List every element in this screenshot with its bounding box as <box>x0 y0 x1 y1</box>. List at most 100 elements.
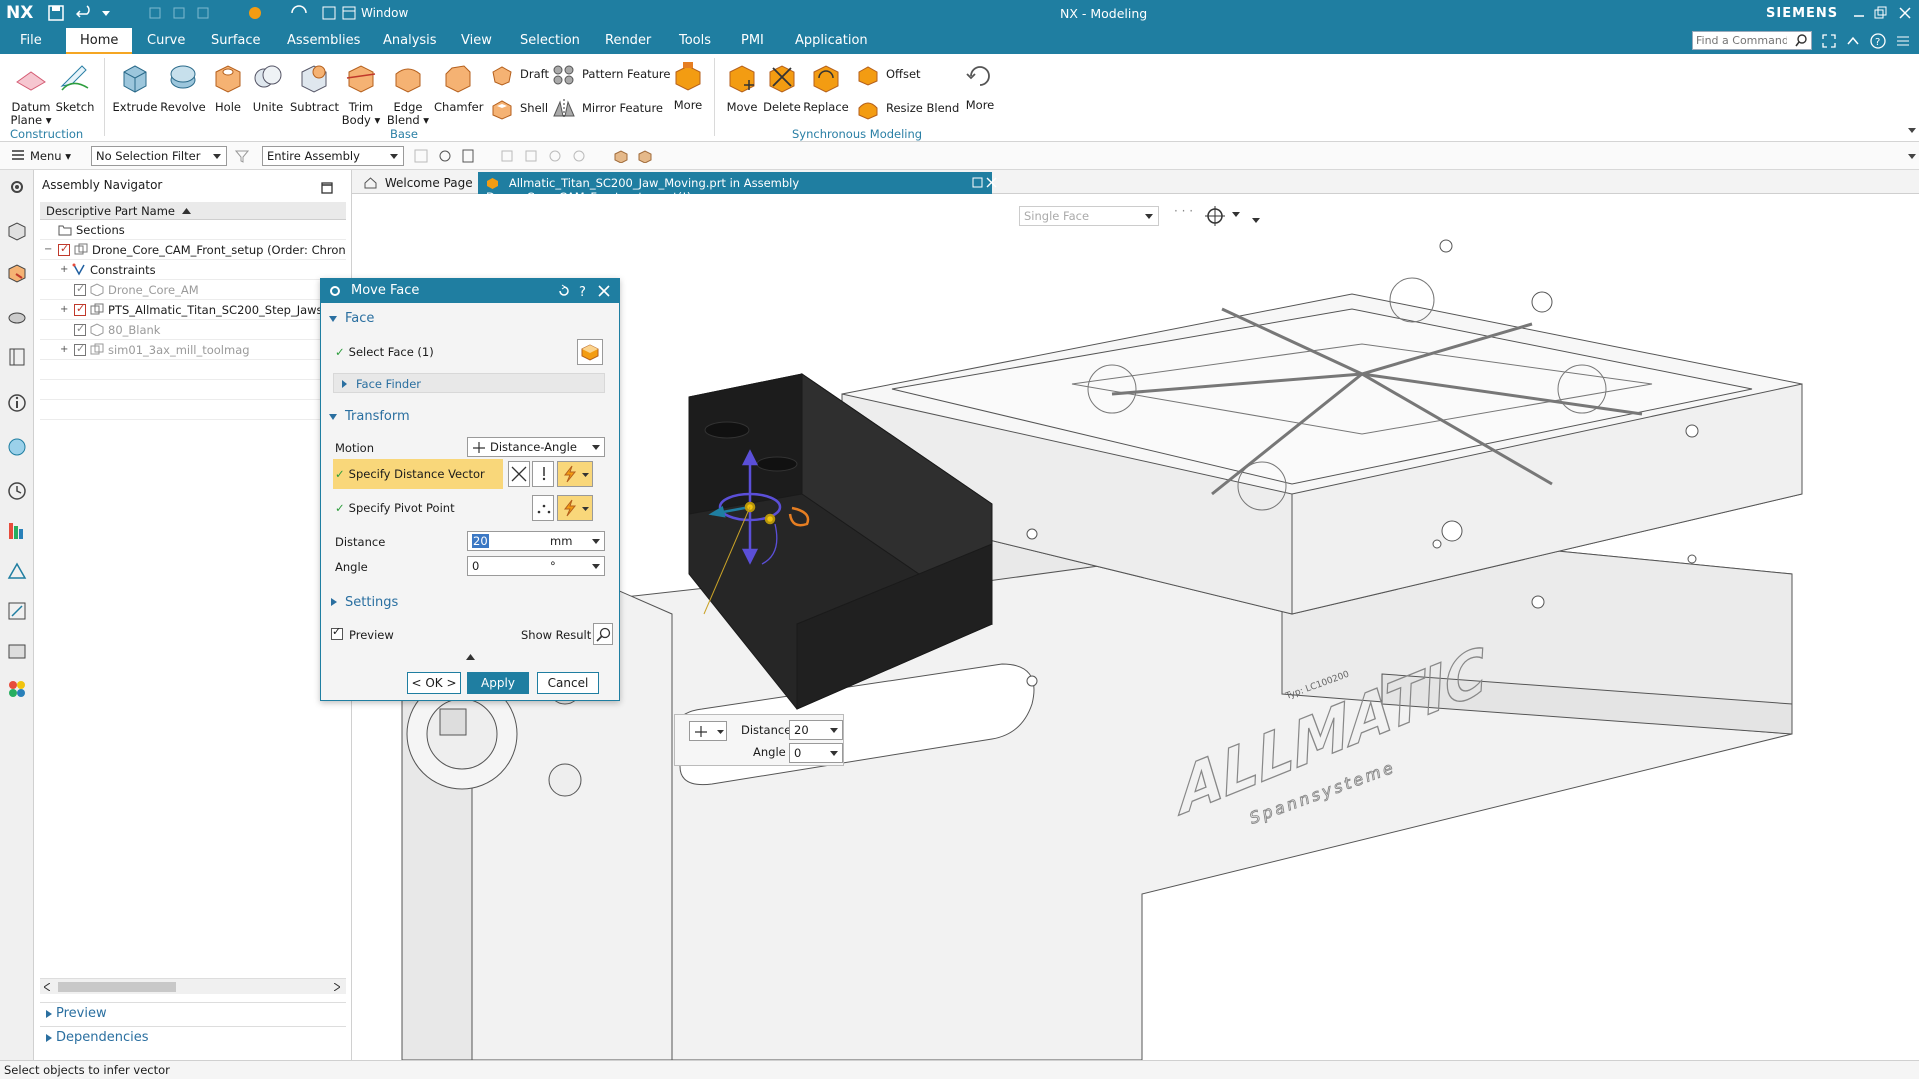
scroll-right-icon[interactable] <box>334 983 340 991</box>
visibility-checkbox[interactable] <box>74 282 86 296</box>
dialog-close-icon[interactable] <box>597 284 611 298</box>
visibility-checkbox[interactable] <box>74 342 86 356</box>
scrollbar-thumb[interactable] <box>58 982 176 992</box>
tab-welcome-page[interactable]: Welcome Page <box>356 172 481 194</box>
assembly-navigator-icon[interactable] <box>6 262 28 284</box>
reuse-library-icon[interactable] <box>6 346 28 368</box>
reset-filter-icon[interactable] <box>235 149 249 163</box>
reset-icon[interactable] <box>557 284 571 298</box>
save-icon[interactable] <box>48 5 64 21</box>
select-feature-icon[interactable] <box>414 149 428 163</box>
minimize-icon[interactable] <box>1853 6 1865 20</box>
section-transform-header[interactable]: Transform <box>329 409 410 424</box>
collapse-dialog-icon[interactable] <box>466 654 475 660</box>
menu-selection[interactable]: Selection <box>520 33 580 48</box>
block-icon[interactable] <box>614 149 628 163</box>
chamfer-button[interactable]: Chamfer <box>434 60 483 114</box>
move-face-button[interactable]: Move <box>722 60 762 114</box>
hole-button[interactable]: Hole <box>208 60 248 114</box>
extrude-button[interactable]: Extrude <box>112 60 158 114</box>
window-icon[interactable] <box>322 6 336 20</box>
ribbon-options-icon[interactable] <box>1908 128 1916 133</box>
customize-icon[interactable] <box>1896 34 1910 48</box>
mirror-feature-button[interactable]: Mirror Feature <box>552 96 663 120</box>
inferred-vector-button[interactable] <box>557 461 593 487</box>
tree-row-step-jaws[interactable]: + PTS_Allmatic_Titan_SC200_Step_Jaws_7 <box>40 300 346 320</box>
menu-surface[interactable]: Surface <box>211 33 261 48</box>
cancel-button[interactable]: Cancel <box>537 672 599 694</box>
expand-icon[interactable]: + <box>60 264 68 275</box>
tree-row-root-assembly[interactable]: − Drone_Core_CAM_Front_setup (Order: Chr… <box>40 240 346 260</box>
snap-center-icon[interactable] <box>548 149 562 163</box>
close-tab-icon[interactable] <box>986 177 997 188</box>
reverse-vector-button[interactable] <box>532 461 554 487</box>
menu-home[interactable]: Home <box>66 28 133 54</box>
expand-icon[interactable]: + <box>60 344 68 355</box>
palette-icon[interactable] <box>6 678 28 700</box>
edge-blend-button[interactable]: Edge Blend ▾ <box>384 60 432 127</box>
face-selector-button[interactable] <box>577 339 603 365</box>
more-base-button[interactable]: More <box>668 58 708 112</box>
revolve-button[interactable]: Revolve <box>160 60 206 114</box>
snap-quadrant-icon[interactable] <box>572 149 586 163</box>
reverse-direction-button[interactable] <box>508 461 530 487</box>
more-sync-button[interactable]: More <box>960 58 1000 112</box>
part-navigator-icon[interactable] <box>6 220 28 242</box>
close-icon[interactable] <box>1898 6 1912 20</box>
tree-row-constraints[interactable]: + Constraints <box>40 260 346 280</box>
tree-row-toolmag[interactable]: + sim01_3ax_mill_toolmag <box>40 340 346 360</box>
angle-input[interactable]: 0 ° <box>467 556 605 576</box>
draft-button[interactable]: Draft <box>490 62 549 86</box>
fullscreen-icon[interactable] <box>1822 34 1836 48</box>
unite-button[interactable]: Unite <box>248 60 288 114</box>
window-layout-icon[interactable] <box>342 6 356 20</box>
preview-panel-toggle[interactable]: Preview <box>40 1002 346 1024</box>
settings-icon[interactable] <box>6 176 28 198</box>
tab-active-part[interactable]: Allmatic_Titan_SC200_Jaw_Moving.prt in A… <box>478 172 992 204</box>
undock-tab-icon[interactable] <box>972 177 983 188</box>
select-list-icon[interactable] <box>462 149 480 163</box>
menu-render[interactable]: Render <box>605 33 651 48</box>
collapse-icon[interactable]: − <box>44 244 52 255</box>
menu-pmi[interactable]: PMI <box>741 33 764 48</box>
sort-up-icon[interactable] <box>182 208 191 214</box>
visibility-checkbox[interactable] <box>58 242 70 256</box>
distance-input[interactable]: 20 mm <box>467 531 605 551</box>
dependencies-panel-toggle[interactable]: Dependencies <box>40 1026 346 1048</box>
expand-icon[interactable]: + <box>60 304 68 315</box>
horizontal-scrollbar[interactable] <box>40 978 346 994</box>
hud-angle-input[interactable]: 0 <box>789 743 843 763</box>
dialog-help-icon[interactable]: ? <box>577 283 589 299</box>
specify-pivot-point-row[interactable]: ✓ Specify Pivot Point <box>335 501 455 515</box>
search-icon[interactable] <box>1795 34 1808 47</box>
visualization-icon[interactable] <box>6 520 28 542</box>
menu-analysis[interactable]: Analysis <box>383 33 437 48</box>
snap-end-icon[interactable] <box>500 149 514 163</box>
roles-icon[interactable] <box>6 640 28 662</box>
point-dialog-button[interactable] <box>532 495 554 521</box>
tree-row-drone-core[interactable]: Drone_Core_AM <box>40 280 346 300</box>
maximize-panel-icon[interactable] <box>321 182 333 194</box>
menu-assemblies[interactable]: Assemblies <box>287 33 360 48</box>
scroll-left-icon[interactable] <box>44 983 50 991</box>
section-settings-header[interactable]: Settings <box>331 595 398 610</box>
column-header[interactable]: Descriptive Part Name <box>40 202 346 220</box>
repeat-command-icon[interactable] <box>290 5 308 21</box>
menu-curve[interactable]: Curve <box>147 33 185 48</box>
restore-icon[interactable] <box>1874 6 1888 20</box>
delete-face-button[interactable]: Delete <box>762 60 802 114</box>
selection-scope-dropdown[interactable]: Entire Assembly <box>262 146 404 166</box>
command-search-input[interactable] <box>1693 32 1787 48</box>
undo-icon[interactable] <box>76 5 94 21</box>
constraint-navigator-icon[interactable] <box>6 304 28 326</box>
help-icon[interactable]: ? <box>1870 33 1886 49</box>
history-icon[interactable] <box>6 480 28 502</box>
body-icon[interactable] <box>638 149 652 163</box>
subtract-button[interactable]: Subtract <box>290 60 339 114</box>
manufacturing-wizard-icon[interactable] <box>6 600 28 622</box>
hud-distance-input[interactable]: 20 <box>789 720 843 740</box>
hud-motion-dropdown[interactable] <box>689 721 727 741</box>
motion-dropdown[interactable]: Distance-Angle <box>467 437 605 457</box>
info-icon[interactable] <box>6 392 28 414</box>
sketch-button[interactable]: Sketch <box>54 60 96 114</box>
